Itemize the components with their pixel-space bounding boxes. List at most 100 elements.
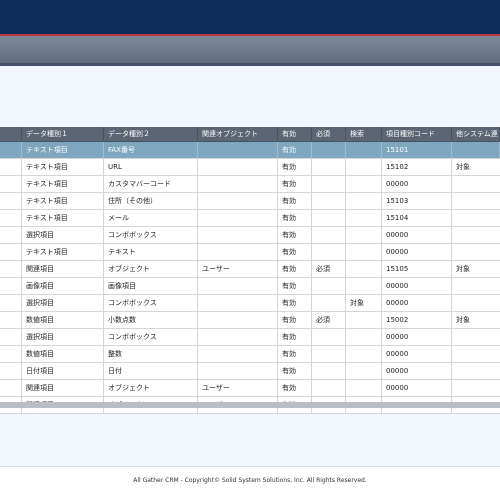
- cell-data-type-1: 数値項目: [22, 312, 104, 328]
- cell-data-type-2: 小数点数: [104, 312, 198, 328]
- cell-data-type-1: 関連項目: [22, 261, 104, 277]
- cell-item-code: 15102: [382, 159, 452, 175]
- cell-select: [0, 244, 22, 260]
- header-cell-other-system[interactable]: 他システム連: [452, 127, 500, 141]
- cell-select: [0, 380, 22, 396]
- cell-other-system: [452, 142, 500, 158]
- table-row[interactable]: 数値項目 小数点数 有効 必須 15002 対象: [0, 312, 500, 329]
- table-row[interactable]: テキスト項目 メール 有効 15104: [0, 210, 500, 227]
- cell-search: [346, 142, 382, 158]
- cell-required: 必須: [312, 261, 346, 277]
- cell-data-type-2: 住所（その他）: [104, 193, 198, 209]
- header-cell-data-type-1[interactable]: データ種別１: [22, 127, 104, 141]
- cell-related-object: [198, 193, 278, 209]
- cell-search: [346, 176, 382, 192]
- cell-other-system: [452, 227, 500, 243]
- cell-data-type-2: コンボボックス: [104, 227, 198, 243]
- cell-enabled: 有効: [278, 363, 312, 379]
- app-header-bar: [0, 0, 500, 36]
- cell-item-code: 00000: [382, 176, 452, 192]
- cell-enabled: 有効: [278, 142, 312, 158]
- header-cell-item-code[interactable]: 項目種別コード: [382, 127, 452, 141]
- table-row[interactable]: 選択項目 コンボボックス 有効 00000: [0, 329, 500, 346]
- cell-data-type-2: 画像項目: [104, 278, 198, 294]
- cell-search: [346, 227, 382, 243]
- table-row[interactable]: テキスト項目 テキスト 有効 00000: [0, 244, 500, 261]
- horizontal-scrollbar[interactable]: [0, 402, 500, 408]
- cell-item-code: 00000: [382, 278, 452, 294]
- cell-other-system: [452, 244, 500, 260]
- cell-required: [312, 295, 346, 311]
- cell-other-system: [452, 210, 500, 226]
- cell-item-code: 00000: [382, 363, 452, 379]
- toolbar-bar: [0, 36, 500, 66]
- cell-item-code: 00000: [382, 295, 452, 311]
- table-row[interactable]: 選択項目 コンボボックス 有効 対象 00000: [0, 295, 500, 312]
- header-cell-search[interactable]: 検索: [346, 127, 382, 141]
- cell-other-system: 対象: [456, 163, 470, 171]
- cell-select: [0, 210, 22, 226]
- cell-required: [312, 193, 346, 209]
- cell-other-system: [452, 278, 500, 294]
- header-cell-required[interactable]: 必須: [312, 127, 346, 141]
- cell-required: [312, 159, 346, 175]
- cell-data-type-2: コンボボックス: [104, 295, 198, 311]
- cell-item-code: 00000: [382, 329, 452, 345]
- header-cell-select[interactable]: [0, 127, 22, 141]
- cell-data-type-2: 日付: [104, 363, 198, 379]
- table-row[interactable]: テキスト項目 住所（その他） 有効 15103: [0, 193, 500, 210]
- grid-body: テキスト項目 FAX番号 有効 15101 テキスト項目 URL 有効 15102 対象 テキスト…: [0, 142, 500, 414]
- table-row[interactable]: 画像項目 画像項目 有効 00000: [0, 278, 500, 295]
- field-grid: データ種別１ データ種別２ 関連オブジェクト 有効 必須 検索 項目種別コード …: [0, 127, 500, 414]
- cell-search: [346, 329, 382, 345]
- cell-required: [312, 210, 346, 226]
- page-footer: All Gather CRM - Copyright© Solid System…: [0, 466, 500, 501]
- cell-select: [0, 142, 22, 158]
- cell-select: [0, 261, 22, 277]
- cell-data-type-2: FAX番号: [104, 142, 198, 158]
- table-row[interactable]: 関連項目オブジェクトユーザー有効 00000: [0, 380, 500, 397]
- cell-search: [346, 380, 382, 396]
- cell-select: [0, 363, 22, 379]
- cell-other-system: [452, 295, 500, 311]
- cell-data-type-2: オブジェクト: [104, 380, 198, 396]
- cell-search: [346, 193, 382, 209]
- cell-select: [0, 193, 22, 209]
- cell-related-object: [198, 363, 278, 379]
- header-cell-enabled[interactable]: 有効: [278, 127, 312, 141]
- cell-enabled: 有効: [278, 261, 312, 277]
- cell-enabled: 有効: [278, 227, 312, 243]
- cell-required: [312, 244, 346, 260]
- cell-data-type-1: テキスト項目: [22, 244, 104, 260]
- table-row[interactable]: 関連項目 オブジェクト ユーザー 有効 必須 15105 対象: [0, 261, 500, 278]
- cell-item-code: 00000: [382, 244, 452, 260]
- cell-select: [0, 329, 22, 345]
- cell-related-object: [198, 244, 278, 260]
- table-row[interactable]: 数値項目 整数 有効 00000: [0, 346, 500, 363]
- cell-data-type-1: テキスト項目: [22, 210, 104, 226]
- cell-data-type-2: コンボボックス: [104, 329, 198, 345]
- cell-data-type-2: URL: [104, 159, 198, 175]
- cell-item-code: 00000: [382, 346, 452, 362]
- table-row[interactable]: テキスト項目 カスタマバーコード 有効 00000: [0, 176, 500, 193]
- cell-related-object: [198, 159, 278, 175]
- header-cell-data-type-2[interactable]: データ種別２: [104, 127, 198, 141]
- cell-related-object: [198, 278, 278, 294]
- table-row[interactable]: テキスト項目 URL 有効 15102 対象: [0, 159, 500, 176]
- cell-select: [0, 295, 22, 311]
- cell-enabled: 有効: [278, 380, 312, 396]
- cell-other-system: [452, 363, 500, 379]
- cell-select: [0, 312, 22, 328]
- cell-enabled: 有効: [278, 210, 312, 226]
- cell-required: [312, 278, 346, 294]
- cell-required: [312, 142, 346, 158]
- cell-related-object: ユーザー: [198, 380, 278, 396]
- cell-item-code: 00000: [382, 380, 452, 396]
- header-cell-related-object[interactable]: 関連オブジェクト: [198, 127, 278, 141]
- table-row[interactable]: 選択項目 コンボボックス 有効 00000: [0, 227, 500, 244]
- table-row[interactable]: テキスト項目 FAX番号 有効 15101: [0, 142, 500, 159]
- cell-enabled: 有効: [278, 329, 312, 345]
- cell-item-code: 15105: [382, 261, 452, 277]
- table-row[interactable]: 日付項目 日付 有効 00000: [0, 363, 500, 380]
- cell-data-type-2: テキスト: [104, 244, 198, 260]
